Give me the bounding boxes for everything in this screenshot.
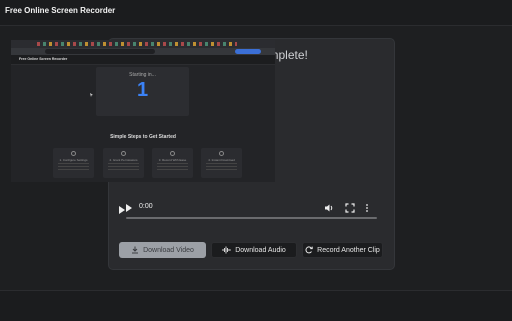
volume-icon[interactable]	[324, 203, 334, 213]
preview-step-text-lines	[108, 163, 139, 171]
preview-step-card: 2. Grant Permissions	[103, 148, 144, 178]
download-icon	[219, 151, 224, 156]
settings-icon	[71, 151, 76, 156]
fullscreen-icon[interactable]	[345, 203, 355, 213]
preview-step-card: 1. Configure Settings	[53, 148, 94, 178]
footer	[0, 290, 512, 321]
preview-step-text-lines	[58, 163, 89, 171]
record-another-label: Record Another Clip	[317, 246, 380, 254]
seek-bar[interactable]	[126, 217, 377, 219]
preview-step-label: 3. Record With Ease	[158, 158, 187, 162]
refresh-icon	[305, 246, 313, 254]
download-audio-button[interactable]: Download Audio	[211, 242, 297, 258]
video-preview[interactable]: Free Online Screen Recorder Starting in.…	[11, 40, 275, 182]
preview-page: Free Online Screen Recorder Starting in.…	[11, 55, 275, 182]
download-video-label: Download Video	[143, 246, 194, 254]
preview-step-label: 1. Configure Settings	[59, 158, 88, 162]
permission-icon	[121, 151, 126, 156]
record-another-button[interactable]: Record Another Clip	[302, 242, 383, 258]
preview-url-field	[45, 49, 155, 54]
record-icon	[170, 151, 175, 156]
play-icon[interactable]	[126, 204, 132, 212]
preview-starting-text: Starting in...	[129, 72, 156, 78]
more-options-icon[interactable]	[364, 203, 370, 213]
preview-steps-title: Simple Steps to Get Started	[110, 134, 176, 140]
preview-extension-pill	[235, 49, 261, 54]
preview-step-label: 4. Instant Download	[208, 158, 235, 162]
preview-browser-tabs	[11, 40, 275, 48]
app-title: Free Online Screen Recorder	[5, 6, 116, 15]
preview-step-text-lines	[157, 163, 188, 171]
preview-header: Free Online Screen Recorder	[11, 55, 275, 65]
download-video-button[interactable]: Download Video	[119, 242, 206, 258]
download-audio-label: Download Audio	[235, 246, 286, 254]
preview-step-label: 2. Grant Permissions	[109, 158, 138, 162]
download-icon	[132, 246, 139, 254]
preview-countdown-number: 1	[136, 79, 149, 101]
preview-step-card: 4. Instant Download	[201, 148, 242, 178]
preview-app-title: Free Online Screen Recorder	[19, 57, 68, 61]
audio-wave-icon	[222, 246, 231, 254]
action-buttons: Download Video Download Audio Record Ano…	[119, 242, 383, 260]
preview-countdown-card: Starting in... 1	[96, 67, 189, 116]
time-display: 0:00	[139, 203, 153, 210]
preview-tab-strip	[37, 42, 237, 46]
cursor-icon	[90, 93, 93, 97]
preview-step-text-lines	[206, 163, 237, 171]
top-bar: Free Online Screen Recorder	[0, 0, 512, 26]
preview-step-card: 3. Record With Ease	[152, 148, 193, 178]
player-controls: 0:00	[119, 182, 383, 222]
preview-address-bar	[11, 48, 275, 55]
